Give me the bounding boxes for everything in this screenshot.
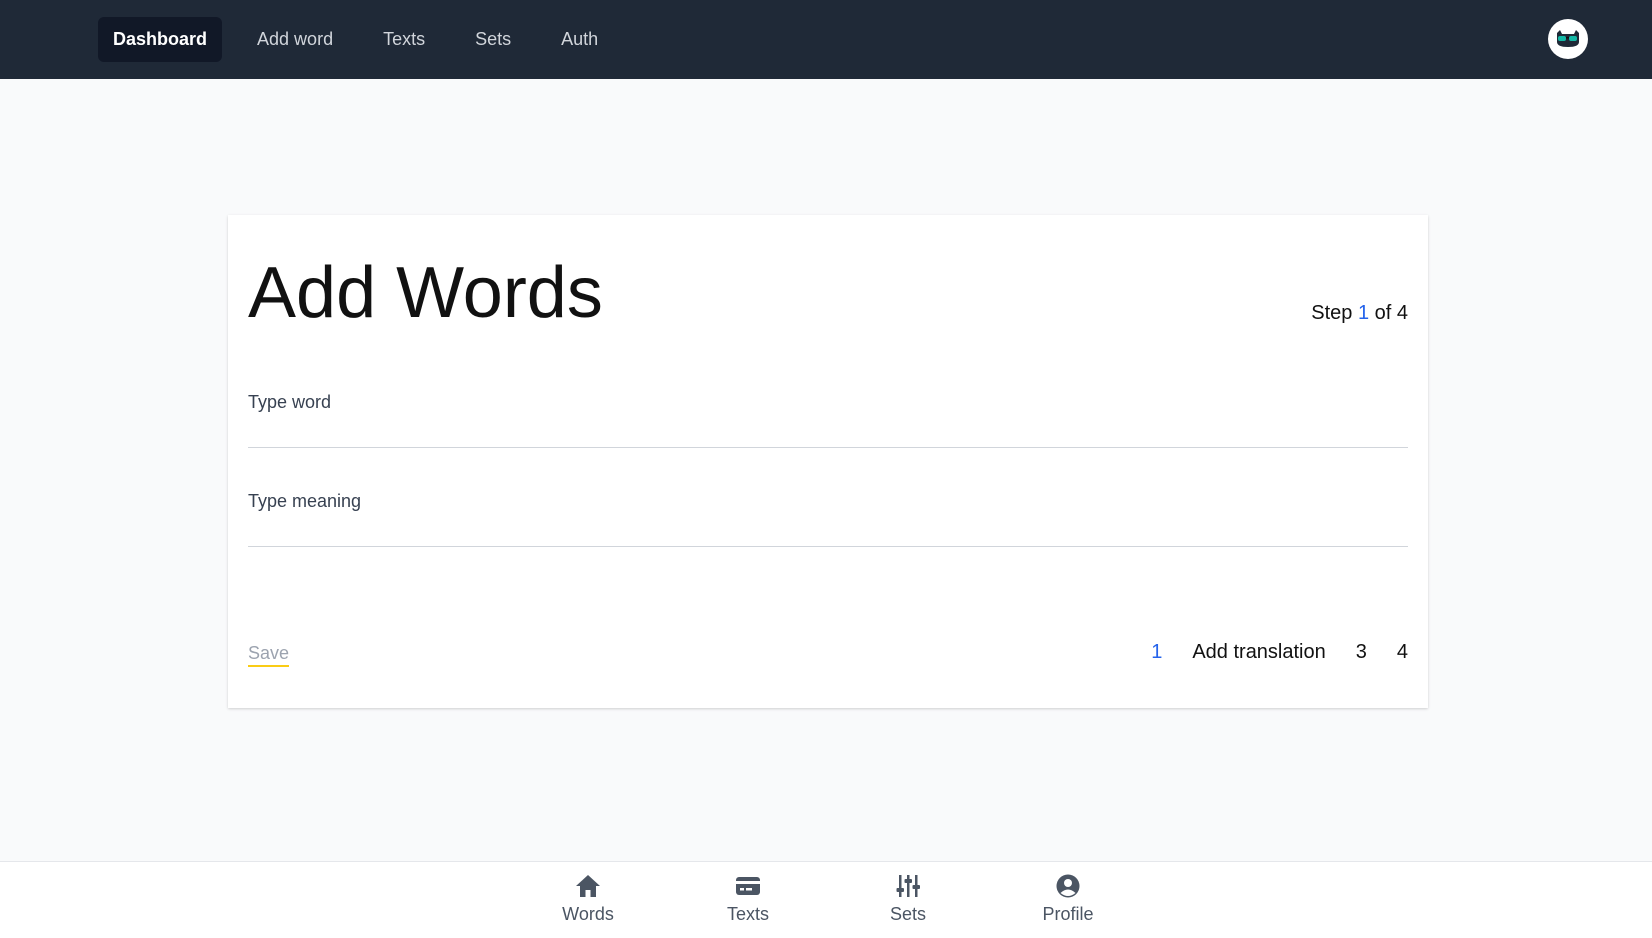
- step-4-button[interactable]: 4: [1397, 641, 1408, 664]
- step-3-button[interactable]: 3: [1356, 641, 1367, 664]
- nav-item-sets[interactable]: Sets: [460, 17, 526, 62]
- word-input[interactable]: [248, 421, 1408, 447]
- save-button[interactable]: Save: [248, 643, 290, 667]
- word-field-label: Type word: [248, 392, 332, 412]
- add-words-card: Add Words Step 1 of 4 Type word Type mea…: [228, 215, 1428, 708]
- bottom-tab-label: Texts: [726, 904, 769, 924]
- card-icon: [736, 877, 760, 895]
- bottom-tab-words[interactable]: Words: [528, 874, 648, 925]
- bottom-tab-sets[interactable]: Sets: [848, 874, 968, 925]
- page-title: Add Words: [248, 253, 603, 333]
- top-navbar: Dashboard Add word Texts Sets Auth: [0, 0, 1652, 79]
- step-suffix: of 4: [1374, 302, 1408, 324]
- nav-item-auth[interactable]: Auth: [546, 17, 613, 62]
- cat-avatar-icon: [1557, 30, 1579, 47]
- step-1-button[interactable]: 1: [1151, 641, 1162, 664]
- home-icon: [576, 875, 600, 897]
- meaning-field-label: Type meaning: [248, 491, 362, 511]
- main-nav: Dashboard Add word Texts Sets Auth: [98, 17, 633, 62]
- step-2-button[interactable]: Add translation: [1192, 641, 1325, 664]
- bottom-tab-texts[interactable]: Texts: [688, 874, 808, 925]
- nav-item-texts[interactable]: Texts: [368, 17, 440, 62]
- meaning-input[interactable]: [248, 520, 1408, 546]
- bottom-tab-profile[interactable]: Profile: [1008, 874, 1128, 925]
- bottom-tab-label: Sets: [889, 904, 927, 924]
- step-navigation: 1 Add translation 3 4: [1121, 641, 1408, 664]
- bottom-nav: Words Texts Sets Profile: [0, 861, 1652, 938]
- bottom-tab-label: Profile: [1042, 904, 1094, 924]
- nav-item-dashboard[interactable]: Dashboard: [98, 17, 223, 62]
- step-prefix: Step: [1311, 302, 1353, 324]
- meaning-field: Type meaning: [248, 491, 1408, 547]
- word-field: Type word: [248, 392, 1408, 448]
- bottom-tab-label: Words: [562, 904, 614, 924]
- user-circle-icon: [1056, 874, 1080, 898]
- step-current: 1: [1357, 302, 1370, 324]
- avatar[interactable]: [1548, 19, 1588, 59]
- step-indicator: Step 1 of 4: [1311, 302, 1408, 325]
- nav-item-add-word[interactable]: Add word: [242, 17, 348, 62]
- sliders-icon: [896, 875, 920, 897]
